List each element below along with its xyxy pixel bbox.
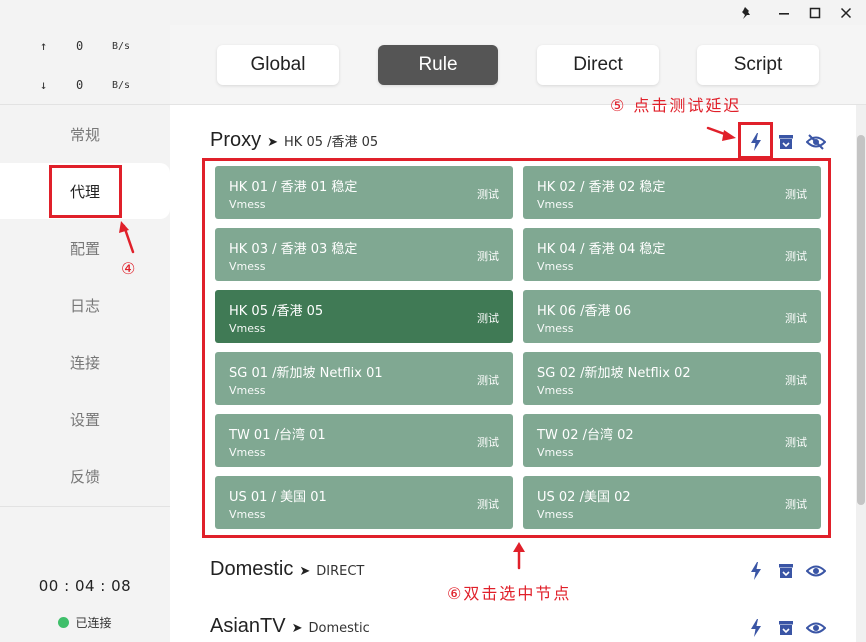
annotation-arrowhead-step5: [722, 130, 736, 141]
annotation-arrows: [119, 126, 736, 570]
annotation-arrowhead-step6: [513, 542, 525, 552]
annotation-arrowhead-step4: [119, 221, 129, 233]
